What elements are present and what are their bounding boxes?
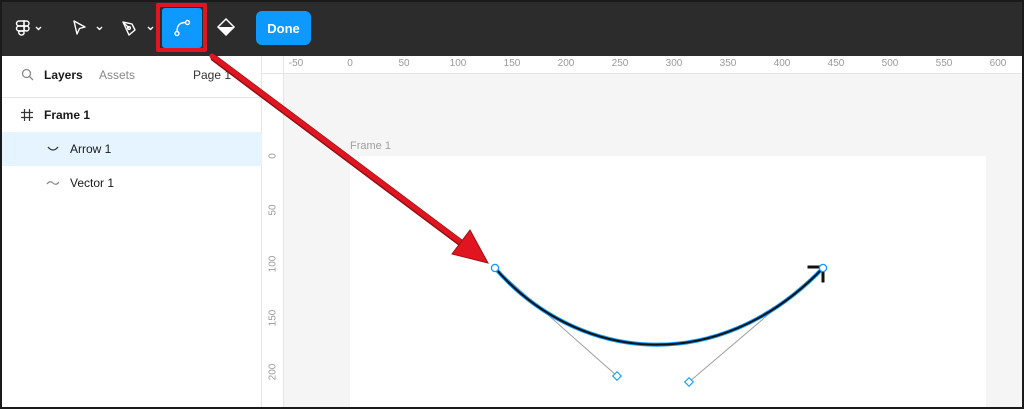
- pen-icon: [122, 21, 154, 36]
- search-icon[interactable]: [21, 68, 34, 86]
- ruler-tick: 600: [989, 58, 1007, 69]
- ruler-tick: 300: [665, 58, 683, 69]
- layer-row-frame-1[interactable]: Frame 1: [0, 98, 262, 132]
- ruler-top: -50 0 50 100 150 200 250 300 350 400 450…: [262, 56, 1024, 74]
- ruler-tick: 250: [611, 58, 629, 69]
- ruler-tick: 50: [398, 58, 410, 69]
- ruler-tick: 350: [719, 58, 737, 69]
- vector-wave-icon: [46, 178, 60, 188]
- layer-row-arrow-1[interactable]: Arrow 1: [0, 132, 262, 166]
- ruler-left: 0 50 100 150 200: [262, 74, 284, 409]
- ruler-tick: 0: [267, 153, 279, 159]
- ruler-tick: 50: [267, 204, 279, 216]
- ruler-tick: 400: [773, 58, 791, 69]
- toolbar: Done: [0, 0, 1024, 56]
- panel-tabs: Layers Assets Page 1: [0, 56, 262, 98]
- paint-bucket-icon: [216, 17, 236, 37]
- ruler-tick: 450: [827, 58, 845, 69]
- main-menu-button[interactable]: [12, 8, 46, 48]
- figma-logo-icon: [15, 20, 42, 36]
- ruler-tick: 100: [449, 58, 467, 69]
- tab-assets[interactable]: Assets: [99, 68, 135, 82]
- ruler-tick: 550: [935, 58, 953, 69]
- layer-row-vector-1[interactable]: Vector 1: [0, 166, 262, 200]
- done-button[interactable]: Done: [256, 11, 311, 45]
- frame-1-artboard[interactable]: [350, 156, 986, 409]
- ruler-tick: -50: [288, 58, 304, 69]
- curve-line-icon: [46, 144, 60, 154]
- ruler-tick: 0: [347, 58, 353, 69]
- ruler-tick: 200: [267, 363, 279, 381]
- layer-label: Arrow 1: [70, 142, 112, 156]
- frame-label[interactable]: Frame 1: [350, 140, 391, 152]
- tab-layers[interactable]: Layers: [44, 68, 83, 82]
- tool-highlight-box: [156, 3, 207, 52]
- move-tool-button[interactable]: [68, 8, 108, 48]
- pointer-arrow-icon: [73, 20, 103, 35]
- frame-hash-icon: [20, 108, 34, 122]
- ruler-tick: 150: [503, 58, 521, 69]
- ruler-tick: 500: [881, 58, 899, 69]
- pen-tool-button[interactable]: [118, 8, 158, 48]
- ruler-tick: 200: [557, 58, 575, 69]
- page-selector[interactable]: Page 1: [193, 68, 231, 82]
- paint-bucket-button[interactable]: [210, 8, 242, 48]
- ruler-tick: 100: [267, 255, 279, 273]
- layers-panel: Layers Assets Page 1 Frame 1 Arrow 1 Vec…: [0, 56, 262, 409]
- ruler-tick: 150: [267, 309, 279, 327]
- layer-label: Frame 1: [44, 108, 91, 122]
- layer-label: Vector 1: [70, 176, 115, 190]
- ruler-corner: [262, 56, 284, 74]
